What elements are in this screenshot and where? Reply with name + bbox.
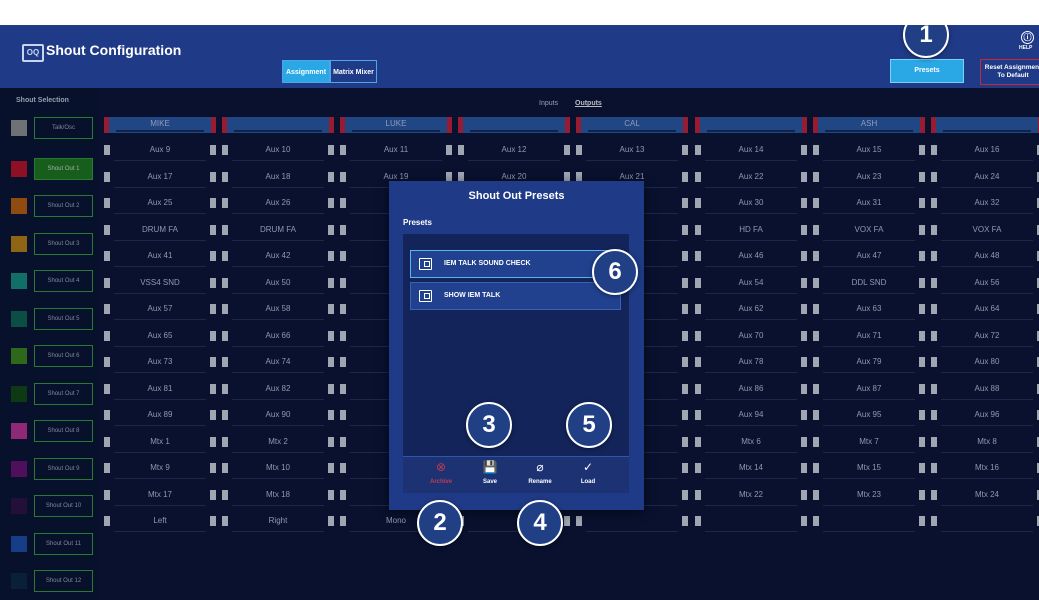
dialog-toolbar: ⊗ Archive 💾 Save ⌀ Rename ✓ Load <box>403 456 629 493</box>
app-window: OQ Shout Configuration Assignment Matrix… <box>0 25 1039 600</box>
tab-matrix-mixer[interactable]: Matrix Mixer <box>330 60 377 83</box>
preset-label: SHOW IEM TALK <box>444 292 501 299</box>
shout-out-presets-dialog: Shout Out Presets Presets IEM TALK SOUND… <box>389 181 644 510</box>
callout-4: 4 <box>517 500 563 546</box>
help-label: HELP <box>1019 45 1033 51</box>
callout-2: 2 <box>417 500 463 546</box>
callout-5: 5 <box>566 402 612 448</box>
rename-label: Rename <box>528 479 552 485</box>
tab-assignment[interactable]: Assignment <box>282 60 330 83</box>
save-button[interactable]: 💾 Save <box>470 459 510 485</box>
app-logo-icon: OQ <box>22 44 44 62</box>
load-button[interactable]: ✓ Load <box>568 459 608 485</box>
preset-icon <box>419 290 432 302</box>
preset-list-item[interactable]: IEM TALK SOUND CHECK <box>410 250 621 278</box>
callout-3: 3 <box>466 402 512 448</box>
load-label: Load <box>580 479 596 485</box>
save-icon: 💾 <box>482 460 498 474</box>
load-icon: ✓ <box>582 460 594 474</box>
presets-section-label: Presets <box>403 218 432 227</box>
archive-button[interactable]: ⊗ Archive <box>421 459 461 485</box>
preset-label: IEM TALK SOUND CHECK <box>444 260 531 267</box>
archive-icon: ⊗ <box>435 460 447 474</box>
reset-button-line1: Reset Assignment <box>984 64 1039 71</box>
preset-list-item[interactable]: SHOW IEM TALK <box>410 282 621 310</box>
preset-icon <box>419 258 432 270</box>
dialog-title: Shout Out Presets <box>468 190 565 202</box>
top-bar: OQ Shout Configuration Assignment Matrix… <box>0 25 1039 88</box>
rename-icon: ⌀ <box>536 460 544 474</box>
reset-button-line2: To Default <box>997 72 1029 79</box>
save-label: Save <box>482 479 497 485</box>
rename-button[interactable]: ⌀ Rename <box>520 459 560 485</box>
page-title: Shout Configuration <box>46 42 182 58</box>
presets-button[interactable]: Presets <box>890 59 964 83</box>
callout-6: 6 <box>592 249 638 295</box>
reset-assignment-button[interactable]: Reset Assignment To Default <box>980 59 1039 85</box>
help-icon[interactable]: ⓘ <box>1021 31 1034 44</box>
archive-label: Archive <box>429 479 452 485</box>
